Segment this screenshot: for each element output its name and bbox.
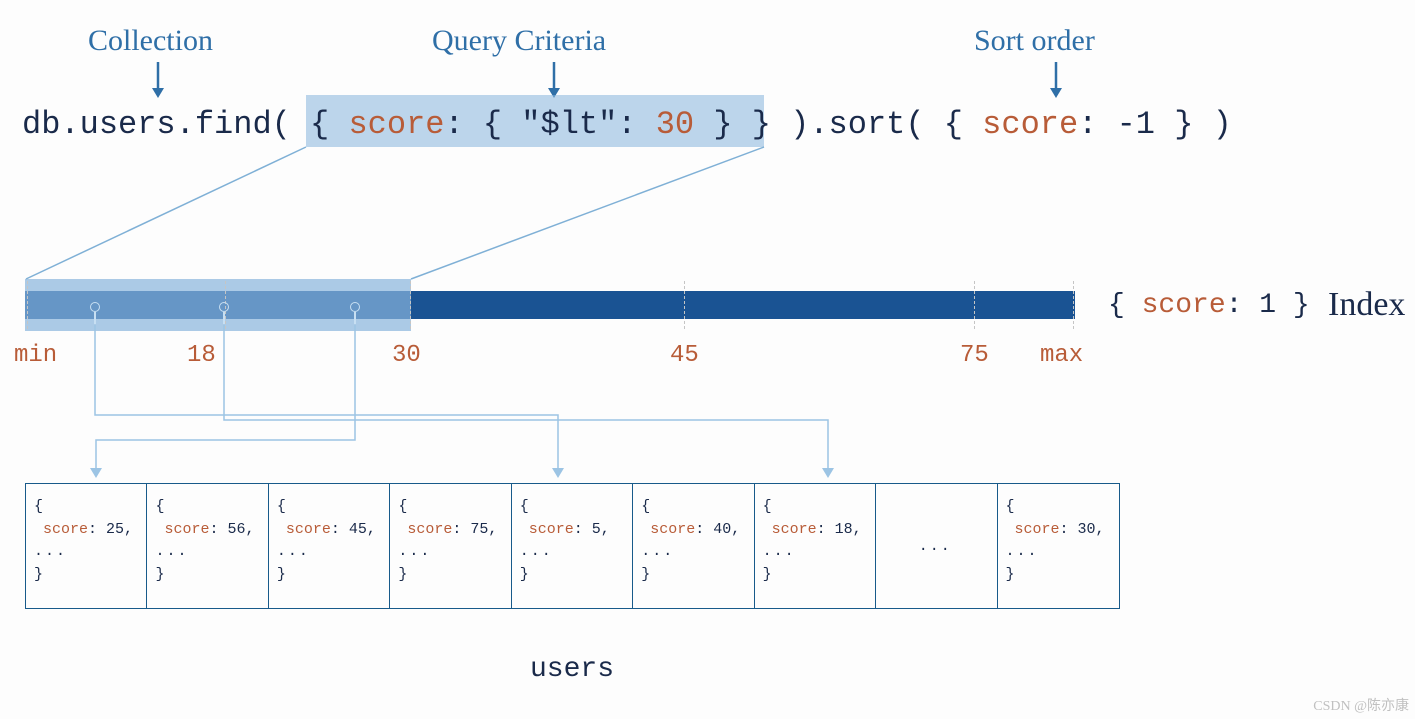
document-cell: ... [876, 484, 997, 608]
doc-brace-close: } [1006, 564, 1109, 587]
doc-score-line: score: 25, [34, 519, 136, 542]
doc-brace-open: { [155, 496, 257, 519]
doc-score-line: score: 75, [398, 519, 500, 542]
doc-brace-close: } [155, 564, 257, 587]
doc-brace-open: { [398, 496, 500, 519]
doc-score-line: score: 5, [520, 519, 622, 542]
doc-score-line: score: 56, [155, 519, 257, 542]
doc-brace-open: { [34, 496, 136, 519]
doc-brace-open: { [520, 496, 622, 519]
watermark: CSDN @陈亦康 [1313, 695, 1409, 715]
doc-ellipsis: ... [1006, 541, 1109, 564]
collection-name-label: users [530, 654, 614, 685]
doc-ellipsis: ... [277, 541, 379, 564]
doc-brace-close: } [641, 564, 743, 587]
documents-collection: { score: 25,...}{ score: 56,...}{ score:… [25, 483, 1120, 609]
doc-ellipsis: ... [763, 541, 865, 564]
document-cell: { score: 25,...} [26, 484, 147, 608]
document-cell: { score: 45,...} [269, 484, 390, 608]
doc-score-line: score: 40, [641, 519, 743, 542]
document-cell: { score: 18,...} [755, 484, 876, 608]
doc-brace-open: { [641, 496, 743, 519]
doc-ellipsis: ... [641, 541, 743, 564]
doc-brace-open: { [277, 496, 379, 519]
doc-brace-open: { [1006, 496, 1109, 519]
doc-score-line: score: 45, [277, 519, 379, 542]
doc-brace-close: } [277, 564, 379, 587]
doc-ellipsis: ... [919, 536, 952, 559]
document-cell: { score: 56,...} [147, 484, 268, 608]
doc-ellipsis: ... [34, 541, 136, 564]
doc-brace-close: } [34, 564, 136, 587]
connector-pins-to-docs [0, 0, 1415, 719]
doc-ellipsis: ... [155, 541, 257, 564]
doc-brace-open: { [763, 496, 865, 519]
document-cell: { score: 40,...} [633, 484, 754, 608]
doc-brace-close: } [398, 564, 500, 587]
doc-ellipsis: ... [398, 541, 500, 564]
doc-brace-close: } [763, 564, 865, 587]
doc-brace-close: } [520, 564, 622, 587]
doc-score-line: score: 18, [763, 519, 865, 542]
document-cell: { score: 5,...} [512, 484, 633, 608]
doc-ellipsis: ... [520, 541, 622, 564]
doc-score-line: score: 30, [1006, 519, 1109, 542]
document-cell: { score: 75,...} [390, 484, 511, 608]
document-cell: { score: 30,...} [998, 484, 1119, 608]
